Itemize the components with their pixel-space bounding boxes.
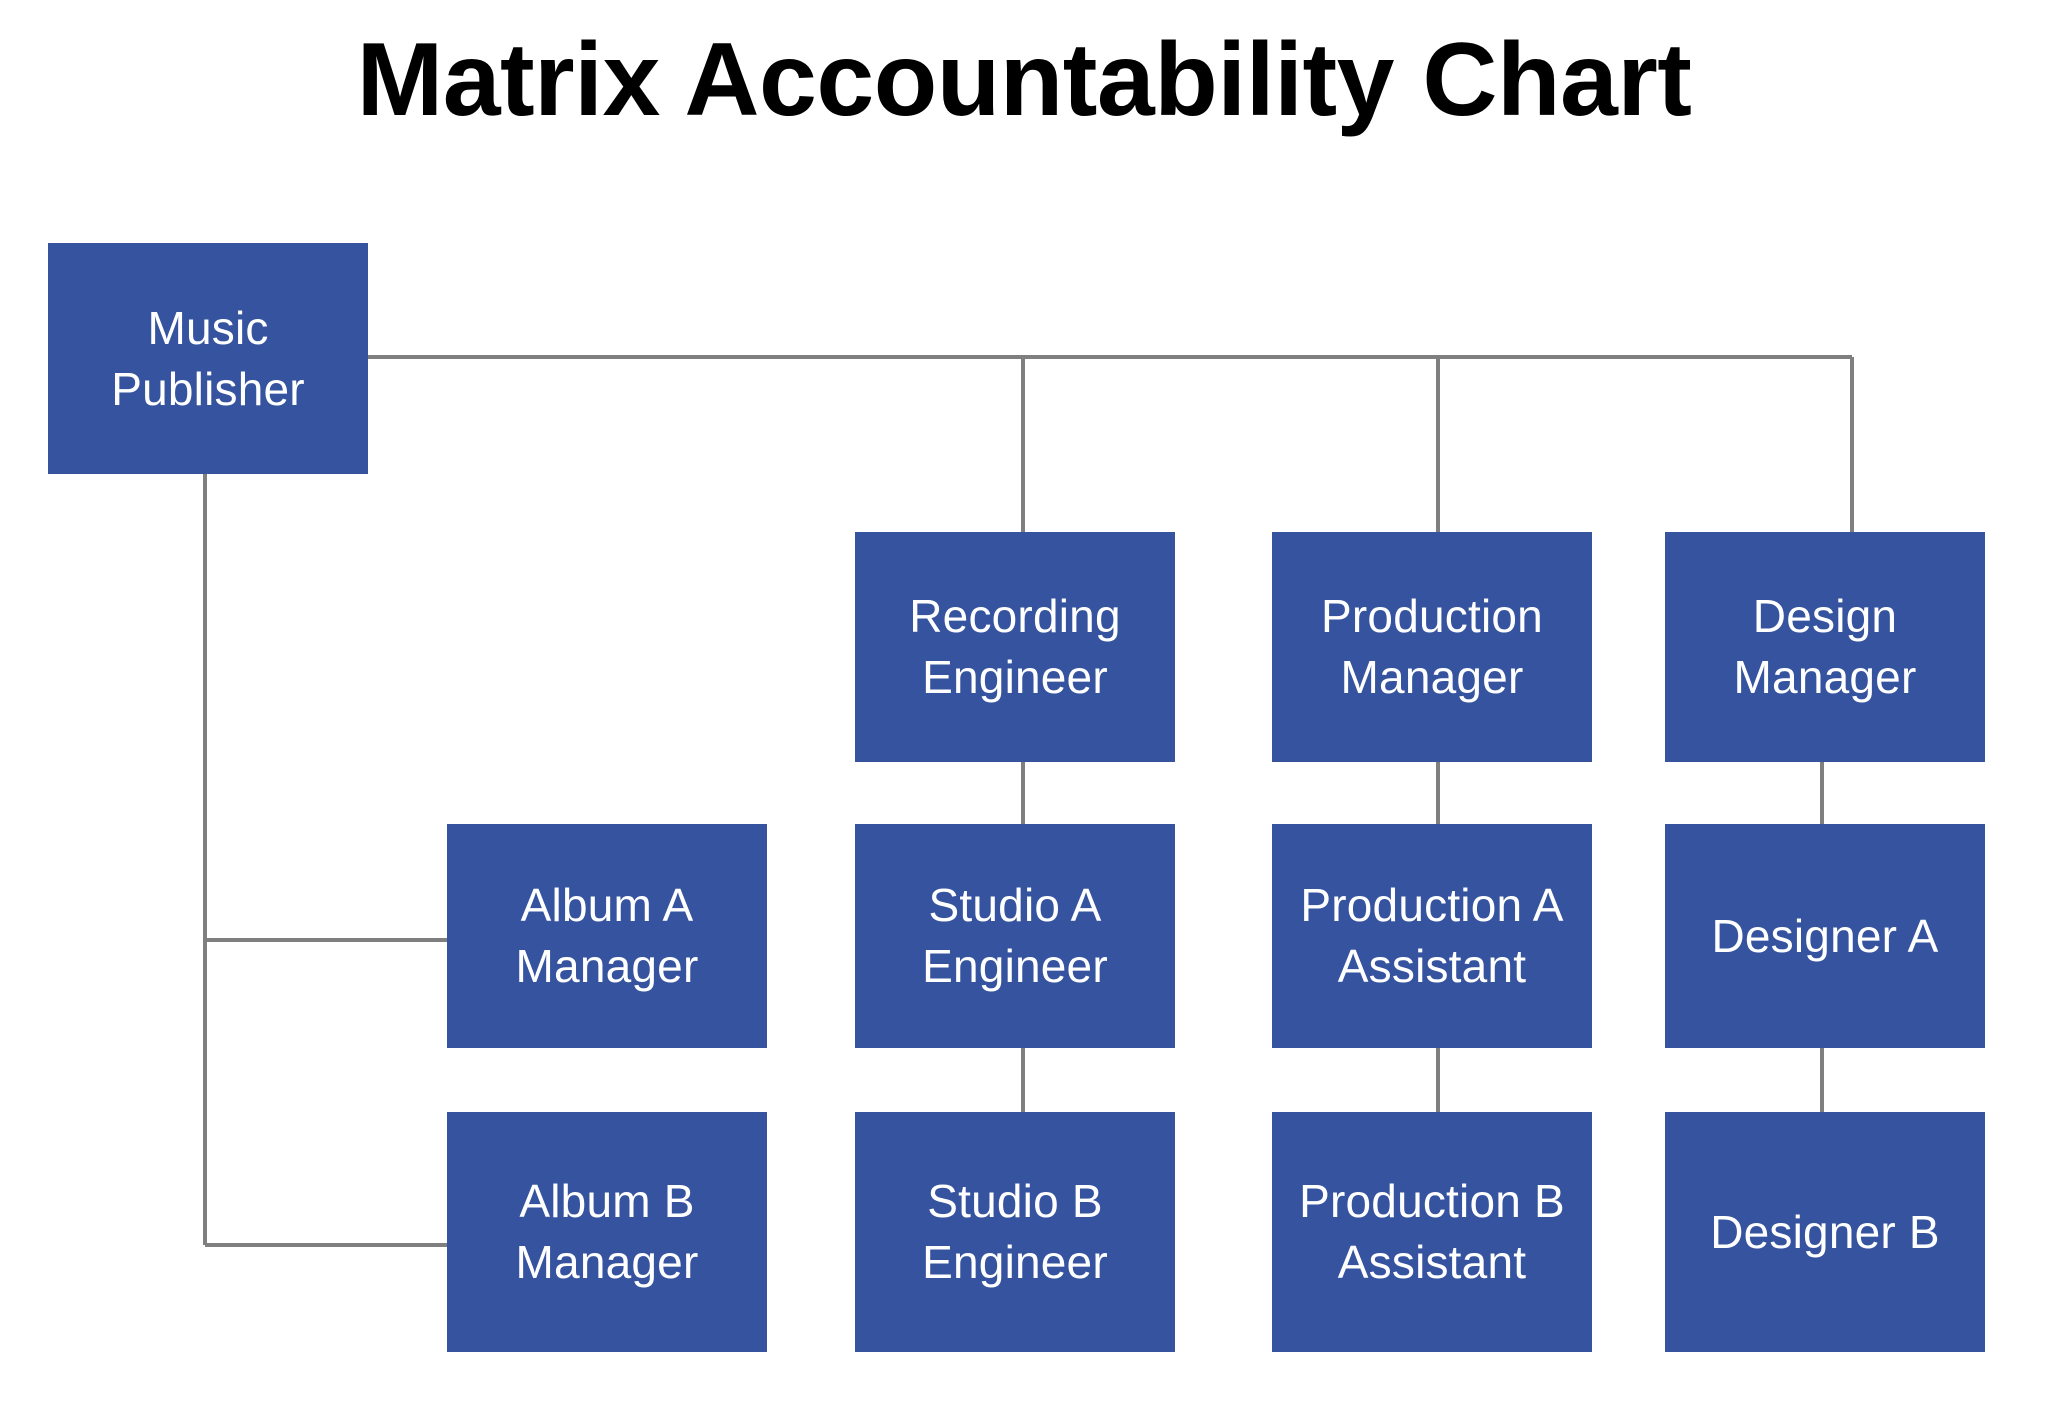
- node-album-a-manager-label: Album A Manager: [515, 879, 699, 992]
- node-music-publisher-label: Music Publisher: [111, 301, 305, 415]
- node-designer-b[interactable]: Designer B: [1665, 1112, 1985, 1352]
- node-production-a-assistant-label: Production A Assistant: [1300, 879, 1564, 992]
- node-production-manager-label: Production Manager: [1321, 590, 1543, 703]
- node-production-manager[interactable]: Production Manager: [1272, 532, 1592, 762]
- node-album-b-manager[interactable]: Album B Manager: [447, 1112, 767, 1352]
- node-recording-engineer[interactable]: Recording Engineer: [855, 532, 1175, 762]
- node-designer-a-label: Designer A: [1711, 909, 1939, 962]
- node-production-b-assistant[interactable]: Production B Assistant: [1272, 1112, 1592, 1352]
- org-chart-canvas: Matrix Accountability Chart Music Publis…: [0, 0, 2048, 1422]
- node-production-b-assistant-label: Production B Assistant: [1299, 1175, 1565, 1288]
- node-studio-b-engineer-label: Studio B Engineer: [922, 1175, 1108, 1288]
- node-studio-b-engineer[interactable]: Studio B Engineer: [855, 1112, 1175, 1352]
- node-recording-engineer-label: Recording Engineer: [909, 590, 1121, 703]
- node-album-a-manager[interactable]: Album A Manager: [447, 824, 767, 1048]
- node-designer-b-label: Designer B: [1710, 1205, 1940, 1258]
- node-album-b-manager-label: Album B Manager: [515, 1175, 699, 1288]
- node-music-publisher[interactable]: Music Publisher: [48, 243, 368, 474]
- node-studio-a-engineer-label: Studio A Engineer: [922, 879, 1108, 992]
- node-design-manager[interactable]: Design Manager: [1665, 532, 1985, 762]
- node-production-a-assistant[interactable]: Production A Assistant: [1272, 824, 1592, 1048]
- node-studio-a-engineer[interactable]: Studio A Engineer: [855, 824, 1175, 1048]
- node-designer-a[interactable]: Designer A: [1665, 824, 1985, 1048]
- node-design-manager-label: Design Manager: [1733, 590, 1917, 703]
